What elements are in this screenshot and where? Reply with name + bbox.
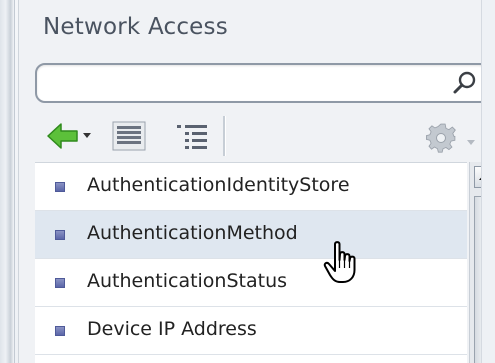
attribute-bullet-icon	[55, 326, 65, 336]
search-input[interactable]	[47, 71, 431, 97]
list-item-selected[interactable]: AuthenticationMethod	[35, 211, 467, 259]
search-box[interactable]	[35, 63, 490, 103]
list-item[interactable]: AuthenticationStatus	[35, 259, 467, 307]
tree-view-icon[interactable]	[174, 120, 210, 152]
panel-right-border	[481, 0, 495, 363]
attribute-bullet-icon	[55, 278, 65, 288]
list-item-label: AuthenticationMethod	[87, 222, 298, 244]
list-item-label: Device IP Address	[87, 318, 257, 340]
toolbar-separator	[223, 116, 226, 156]
gear-dropdown-icon[interactable]	[425, 118, 481, 154]
list-item-label: AuthenticationIdentityStore	[87, 174, 350, 196]
back-arrow-dropdown-icon[interactable]	[45, 120, 97, 152]
panel-title: Network Access	[43, 14, 228, 40]
hand-pointer-cursor-icon	[323, 241, 356, 283]
attribute-bullet-icon	[55, 230, 65, 240]
attribute-list: AuthenticationIdentityStore Authenticati…	[35, 162, 467, 363]
list-item[interactable]: Device IP Address	[35, 307, 467, 355]
attribute-browser: Network Access AuthenticationIdentitySto…	[18, 0, 495, 363]
list-view-icon[interactable]	[111, 120, 147, 152]
search-icon[interactable]	[452, 70, 478, 96]
list-item[interactable]: AuthenticationIdentityStore	[35, 163, 467, 211]
panel-splitter[interactable]	[0, 0, 15, 363]
attribute-bullet-icon	[55, 182, 65, 192]
toolbar	[19, 110, 495, 162]
list-item-label: AuthenticationStatus	[87, 270, 288, 292]
network-access-panel: Network Access AuthenticationIdentitySto…	[0, 0, 495, 363]
